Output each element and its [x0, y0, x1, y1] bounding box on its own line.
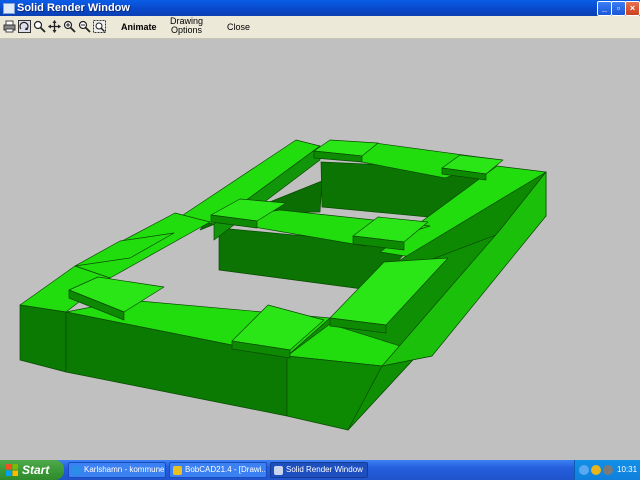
taskbar-item-browser[interactable]: Karlshamn - kommune... [68, 462, 166, 478]
animate-button[interactable]: Animate [121, 22, 157, 32]
task-label: BobCAD21.4 - [Drawi... [185, 465, 265, 474]
task-label: Karlshamn - kommune... [84, 465, 164, 474]
clock: 10:31 [617, 465, 638, 474]
network-icon[interactable] [591, 465, 601, 475]
zoom-in-icon[interactable] [63, 20, 76, 33]
zoom-window-icon[interactable] [33, 20, 46, 33]
start-label: Start [22, 463, 50, 477]
toolbar: Animate Drawing Options Close [0, 16, 640, 39]
window-title: Solid Render Window [17, 2, 130, 14]
task-label: Solid Render Window [286, 465, 363, 474]
zoom-out-icon[interactable] [78, 20, 91, 33]
ie-icon [72, 466, 81, 475]
taskbar-item-bobcad[interactable]: BobCAD21.4 - [Drawi... [169, 462, 267, 478]
drawing-options-button[interactable]: Drawing Options [170, 17, 203, 35]
taskbar-item-render-window[interactable]: Solid Render Window [270, 462, 368, 478]
maximize-button[interactable]: ▫ [611, 1, 626, 16]
render-viewport[interactable] [0, 39, 640, 460]
zoom-fit-icon[interactable] [93, 20, 106, 33]
windows-flag-icon [6, 464, 18, 476]
pan-icon[interactable] [48, 20, 61, 33]
close-window-button[interactable]: × [625, 1, 640, 16]
left-end-side [19, 304, 67, 373]
app-window-icon [3, 3, 15, 14]
back-arrow-icon[interactable] [579, 465, 589, 475]
taskbar: Start Karlshamn - kommune... BobCAD21.4 … [0, 460, 640, 480]
start-button[interactable]: Start [0, 460, 64, 480]
window-icon [274, 466, 283, 475]
volume-icon[interactable] [603, 465, 613, 475]
close-button[interactable]: Close [227, 22, 250, 32]
minimize-button[interactable]: _ [597, 1, 612, 16]
print-icon[interactable] [3, 20, 16, 33]
title-bar: Solid Render Window _ ▫ × [0, 0, 640, 16]
system-tray: 10:31 [574, 460, 640, 480]
solid-model-render [19, 139, 547, 431]
redraw-icon[interactable] [18, 20, 31, 33]
bobcad-icon [173, 466, 182, 475]
drawing-options-line2: Options [170, 25, 203, 35]
